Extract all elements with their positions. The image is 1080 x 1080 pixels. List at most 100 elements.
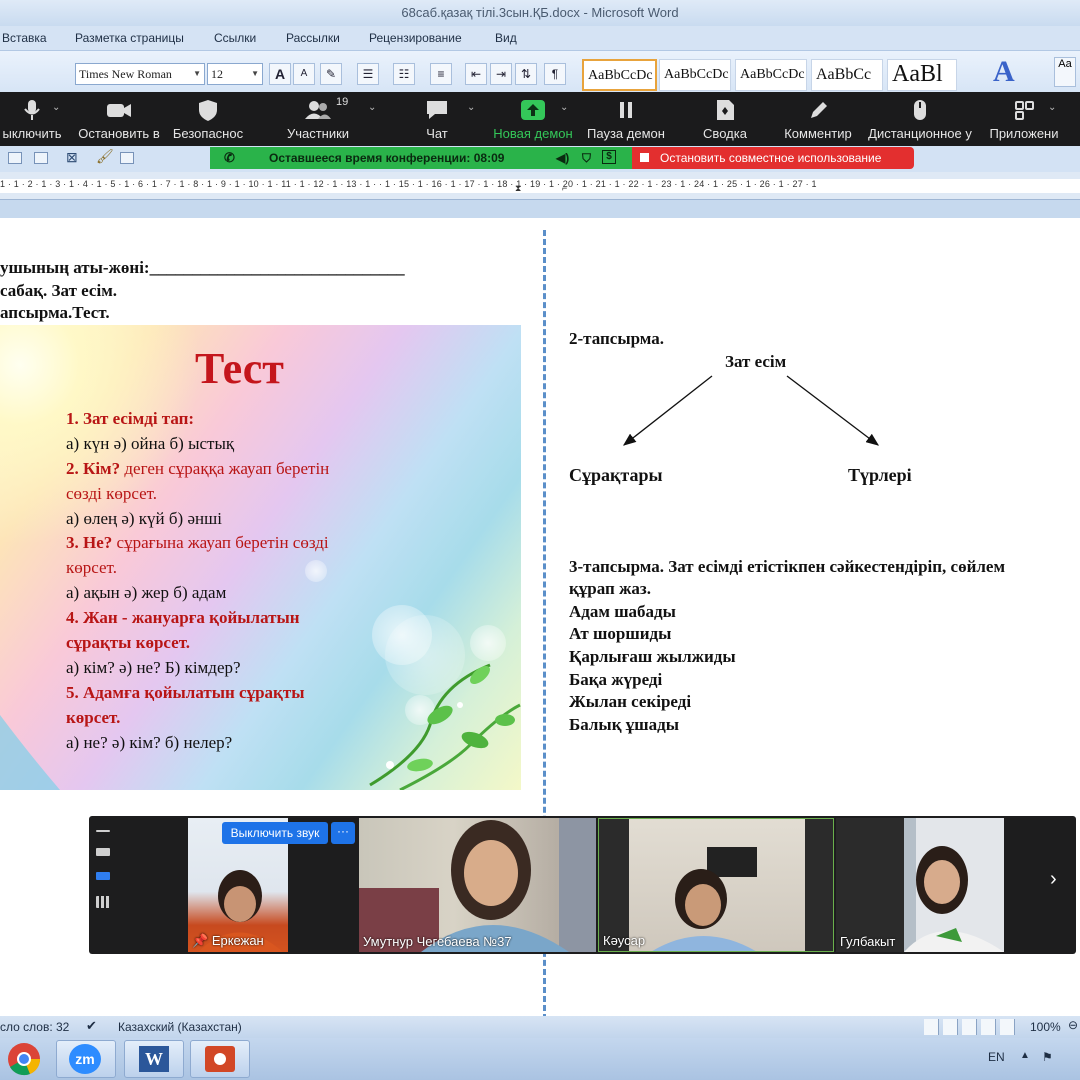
participant-name: Умутнур Чегебаева №37 [363, 934, 512, 949]
answer-3: а) ақын ә) жер б) адам [66, 583, 227, 602]
chevron-down-icon[interactable]: ⌄ [368, 102, 376, 113]
video-tile[interactable]: Гулбакыт [836, 818, 1004, 952]
diagram-branch-questions: Сұрақтары [569, 465, 663, 485]
bubble-decor [305, 560, 327, 582]
participants-count: 19 [336, 96, 349, 108]
tab-references[interactable]: Ссылки [214, 31, 256, 45]
tab-insert[interactable]: Вставка [2, 31, 47, 45]
apps-button[interactable]: Приложени [986, 92, 1062, 146]
pair-item: Ат шоршиды [569, 624, 672, 643]
font-name-select[interactable]: Times New Roman ▼ [75, 63, 205, 85]
tab-page-layout[interactable]: Разметка страницы [75, 31, 184, 45]
mute-audio-button[interactable]: ыключить [0, 92, 64, 146]
sort-icon[interactable]: ⇅ [515, 63, 537, 85]
question-2: 2. Кім? деген сұраққа жауап беретін [66, 459, 329, 479]
question-3-cont: көрсет. [66, 558, 117, 577]
style-heading-1[interactable]: AaBbCcDc [735, 59, 807, 91]
strip-view-icon[interactable] [96, 872, 110, 880]
question-3-bold: 3. Не? [66, 533, 113, 552]
chat-button[interactable]: Чат [404, 92, 470, 146]
horizontal-ruler[interactable]: 1 · 1 · 2 · 1 · 3 · 1 · 4 · 1 · 5 · 1 · … [0, 172, 1080, 200]
word-count[interactable]: сло слов: 32 [0, 1020, 69, 1034]
zoom-level[interactable]: 100% [1030, 1020, 1061, 1034]
network-icon[interactable]: ⚑ [1042, 1050, 1053, 1064]
show-marks-button[interactable]: ¶ [544, 63, 566, 85]
video-tile[interactable]: Умутнур Чегебаева №37 [359, 818, 596, 952]
mute-participant-button[interactable]: Выключить звук [222, 822, 328, 844]
bullets-icon[interactable]: ☰ [357, 63, 379, 85]
decrease-indent-icon[interactable]: ⇤ [465, 63, 487, 85]
grid-view-icon[interactable] [96, 896, 110, 908]
question-1: 1. Зат есімді тап: [66, 409, 195, 428]
pin-icon: 📌 [192, 933, 209, 948]
stop-share-label: Остановить совместное использование [660, 151, 882, 165]
pause-share-button[interactable]: Пауза демон [584, 92, 668, 146]
minimize-icon[interactable] [96, 830, 110, 832]
indent-marker-icon[interactable]: ⧗ [515, 183, 521, 194]
font-size-select[interactable]: 12 ▼ [207, 63, 263, 85]
more-options-button[interactable]: ··· [331, 822, 355, 844]
numbering-icon[interactable]: ☷ [393, 63, 415, 85]
clear-format-icon[interactable]: ✎ [320, 63, 342, 85]
close-icon[interactable]: ⊠ [66, 149, 78, 166]
change-styles-button[interactable]: A [993, 55, 1015, 89]
style-heading-2[interactable]: AaBbCc [811, 59, 883, 91]
flower-vine-decor [369, 663, 521, 790]
tab-review[interactable]: Рецензирование [369, 31, 462, 45]
shrink-font-button[interactable]: A [293, 63, 315, 85]
chevron-down-icon[interactable]: ⌄ [52, 102, 60, 113]
question-4-cont: сұрақты көрсет. [66, 633, 191, 652]
chevron-down-icon: ▼ [193, 69, 201, 78]
participants-icon [305, 101, 331, 119]
video-tile[interactable]: Кәусар [598, 818, 834, 952]
chevron-down-icon[interactable]: ⌄ [1048, 102, 1056, 113]
task2-heading: 2-тапсырма. [569, 329, 665, 348]
pair-item: Жылан секіреді [569, 692, 692, 711]
table-icon[interactable] [8, 152, 22, 164]
format-painter-icon[interactable]: 🖌 [96, 148, 114, 165]
increase-indent-icon[interactable]: ⇥ [490, 63, 512, 85]
tab-view[interactable]: Вид [495, 31, 517, 45]
tray-expand-icon[interactable]: ▲ [1020, 1050, 1030, 1061]
microphone-icon [24, 100, 40, 120]
style-normal[interactable]: AaBbCcDc [582, 59, 657, 91]
style-title[interactable]: AaBl [887, 59, 957, 91]
participant-video [359, 818, 596, 952]
share-screen-icon [521, 100, 545, 120]
view-buttons[interactable] [924, 1019, 1018, 1035]
proofing-icon[interactable]: ✔ [86, 1018, 97, 1034]
annotate-button[interactable]: Комментир [780, 92, 856, 146]
stop-share-button[interactable]: Остановить совместное использование [632, 147, 914, 169]
single-view-icon[interactable] [96, 848, 110, 856]
keyboard-language[interactable]: EN [988, 1050, 1005, 1064]
stop-video-button[interactable]: Остановить в [74, 92, 164, 146]
tab-stop-icon[interactable]: ⌐ [562, 183, 567, 193]
powerpoint-taskbar-button[interactable] [190, 1040, 250, 1078]
summary-button[interactable]: Сводка [690, 92, 760, 146]
image-icon[interactable] [120, 152, 134, 164]
chevron-down-icon[interactable]: ⌄ [560, 102, 568, 113]
pair-item: Адам шабады [569, 602, 676, 621]
next-page-arrow-icon[interactable]: › [1050, 868, 1057, 891]
tab-mailings[interactable]: Рассылки [286, 31, 340, 45]
multilevel-list-icon[interactable]: ≡ [430, 63, 452, 85]
layout-icon[interactable] [34, 152, 48, 164]
security-button[interactable]: Безопаснос [168, 92, 248, 146]
participant-name: Гулбакыт [840, 934, 896, 949]
language-indicator[interactable]: Казахский (Казахстан) [118, 1020, 242, 1034]
new-share-button[interactable]: Новая демон [490, 92, 576, 146]
word-taskbar-button[interactable]: W [124, 1040, 184, 1078]
zoom-taskbar-button[interactable]: zm [56, 1040, 116, 1078]
grow-font-button[interactable]: A [269, 63, 291, 85]
mouse-icon [914, 100, 926, 120]
find-icon[interactable]: Aa [1054, 57, 1076, 87]
style-no-spacing[interactable]: AaBbCcDc [659, 59, 731, 91]
remote-control-button[interactable]: Дистанционное у [866, 92, 974, 146]
participants-button[interactable]: Участники [272, 92, 364, 146]
pair-item: Балық ұшады [569, 715, 679, 734]
chrome-taskbar-button[interactable] [4, 1041, 44, 1077]
zoom-out-icon[interactable]: ⊖ [1068, 1018, 1078, 1032]
taskbar: zm W EN ▲ ⚑ [0, 1038, 1080, 1080]
chevron-down-icon[interactable]: ⌄ [467, 102, 475, 113]
question-2-cont: сөзді көрсет. [66, 484, 158, 503]
